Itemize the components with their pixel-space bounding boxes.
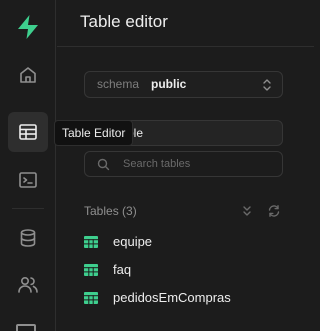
tables-count-label: Tables (3) [84,204,137,218]
search-box[interactable] [84,151,283,177]
schema-value: public [151,77,187,91]
tables-section-header: Tables (3) [84,202,283,220]
users-icon [18,276,38,293]
panel-header: Table editor [57,0,314,47]
nav-database-button[interactable] [8,218,48,258]
table-name: equipe [113,234,153,249]
nav-sql-editor-button[interactable] [8,160,48,200]
nav-home-button[interactable] [8,55,48,95]
side-nav-rail [0,0,56,331]
table-grid-icon [84,264,98,276]
tooltip: Table Editor [54,120,134,146]
supabase-logo-icon[interactable] [8,7,48,47]
collapse-icon[interactable] [241,205,253,217]
table-list-item[interactable]: equipe [84,231,283,253]
nav-table-editor-button[interactable] [8,112,48,152]
table-list-item[interactable]: faq [84,259,283,281]
table-grid-icon [84,292,98,304]
nav-divider [12,208,44,209]
schema-label: schema [97,77,140,91]
table-grid-icon [84,236,98,248]
search-icon [97,158,110,171]
table-list-item[interactable]: pedidosEmCompras [84,287,283,309]
home-icon [20,67,36,83]
schema-selector[interactable]: schema public [84,71,283,98]
nav-storage-icon[interactable] [16,324,36,331]
nav-auth-button[interactable] [8,265,48,305]
search-input[interactable] [123,155,273,173]
terminal-icon [19,172,37,188]
app-window: Table Editor Table editor schema public … [0,0,314,331]
table-name: faq [113,262,132,277]
chevron-up-down-icon [263,79,271,91]
database-icon [20,229,36,247]
refresh-icon[interactable] [267,204,281,218]
table-icon [19,124,37,140]
page-title: Table editor [80,12,168,31]
table-name: pedidosEmCompras [113,290,231,305]
table-editor-panel: Table editor schema public w table Table… [57,0,314,331]
